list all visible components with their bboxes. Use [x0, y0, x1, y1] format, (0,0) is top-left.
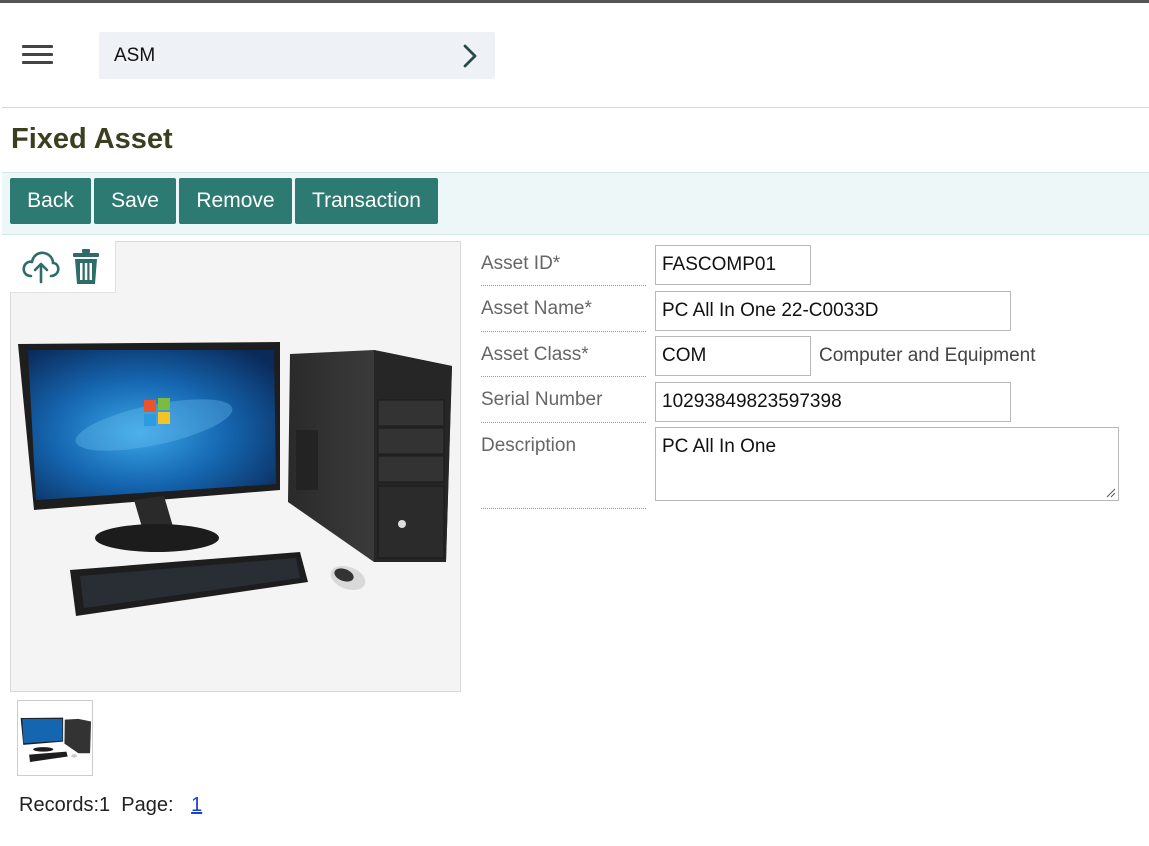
- asset-id-label: Asset ID*: [481, 253, 646, 286]
- module-breadcrumb[interactable]: ASM: [99, 32, 495, 79]
- transaction-button[interactable]: Transaction: [295, 178, 438, 224]
- asset-id-field[interactable]: FASCOMP01: [655, 245, 811, 285]
- page-title: Fixed Asset: [11, 123, 173, 155]
- resize-handle-icon[interactable]: [1106, 488, 1116, 498]
- page-link-1[interactable]: 1: [191, 794, 202, 816]
- asset-class-description: Computer and Equipment: [819, 345, 1036, 366]
- chevron-right-icon: [463, 44, 477, 68]
- image-thumbnail[interactable]: [17, 700, 93, 776]
- trash-icon[interactable]: [72, 248, 100, 286]
- cloud-upload-icon[interactable]: [22, 250, 60, 284]
- description-text: PC All In One: [662, 436, 777, 457]
- description-textarea[interactable]: PC All In One: [655, 427, 1119, 501]
- asset-class-field[interactable]: COM: [655, 336, 811, 376]
- asset-class-label: Asset Class*: [481, 344, 646, 377]
- page-label: Page:: [121, 794, 174, 816]
- top-border: [0, 0, 1149, 3]
- records-count: Records:1: [19, 794, 111, 816]
- back-button[interactable]: Back: [10, 178, 91, 224]
- desktop-computer-photo: [18, 342, 452, 616]
- header-divider: [2, 107, 1149, 108]
- save-button[interactable]: Save: [94, 178, 176, 224]
- hamburger-menu-icon[interactable]: [22, 43, 54, 67]
- description-label: Description: [481, 435, 646, 509]
- serial-number-field[interactable]: 10293849823597398: [655, 382, 1011, 422]
- asset-name-field[interactable]: PC All In One 22-C0033D: [655, 291, 1011, 331]
- asset-name-label: Asset Name*: [481, 298, 646, 332]
- serial-number-label: Serial Number: [481, 389, 646, 423]
- pagination: Records:1 Page: 1: [19, 794, 202, 817]
- desktop-computer-thumbnail: [20, 717, 92, 763]
- breadcrumb-label: ASM: [114, 45, 156, 66]
- remove-button[interactable]: Remove: [179, 178, 292, 224]
